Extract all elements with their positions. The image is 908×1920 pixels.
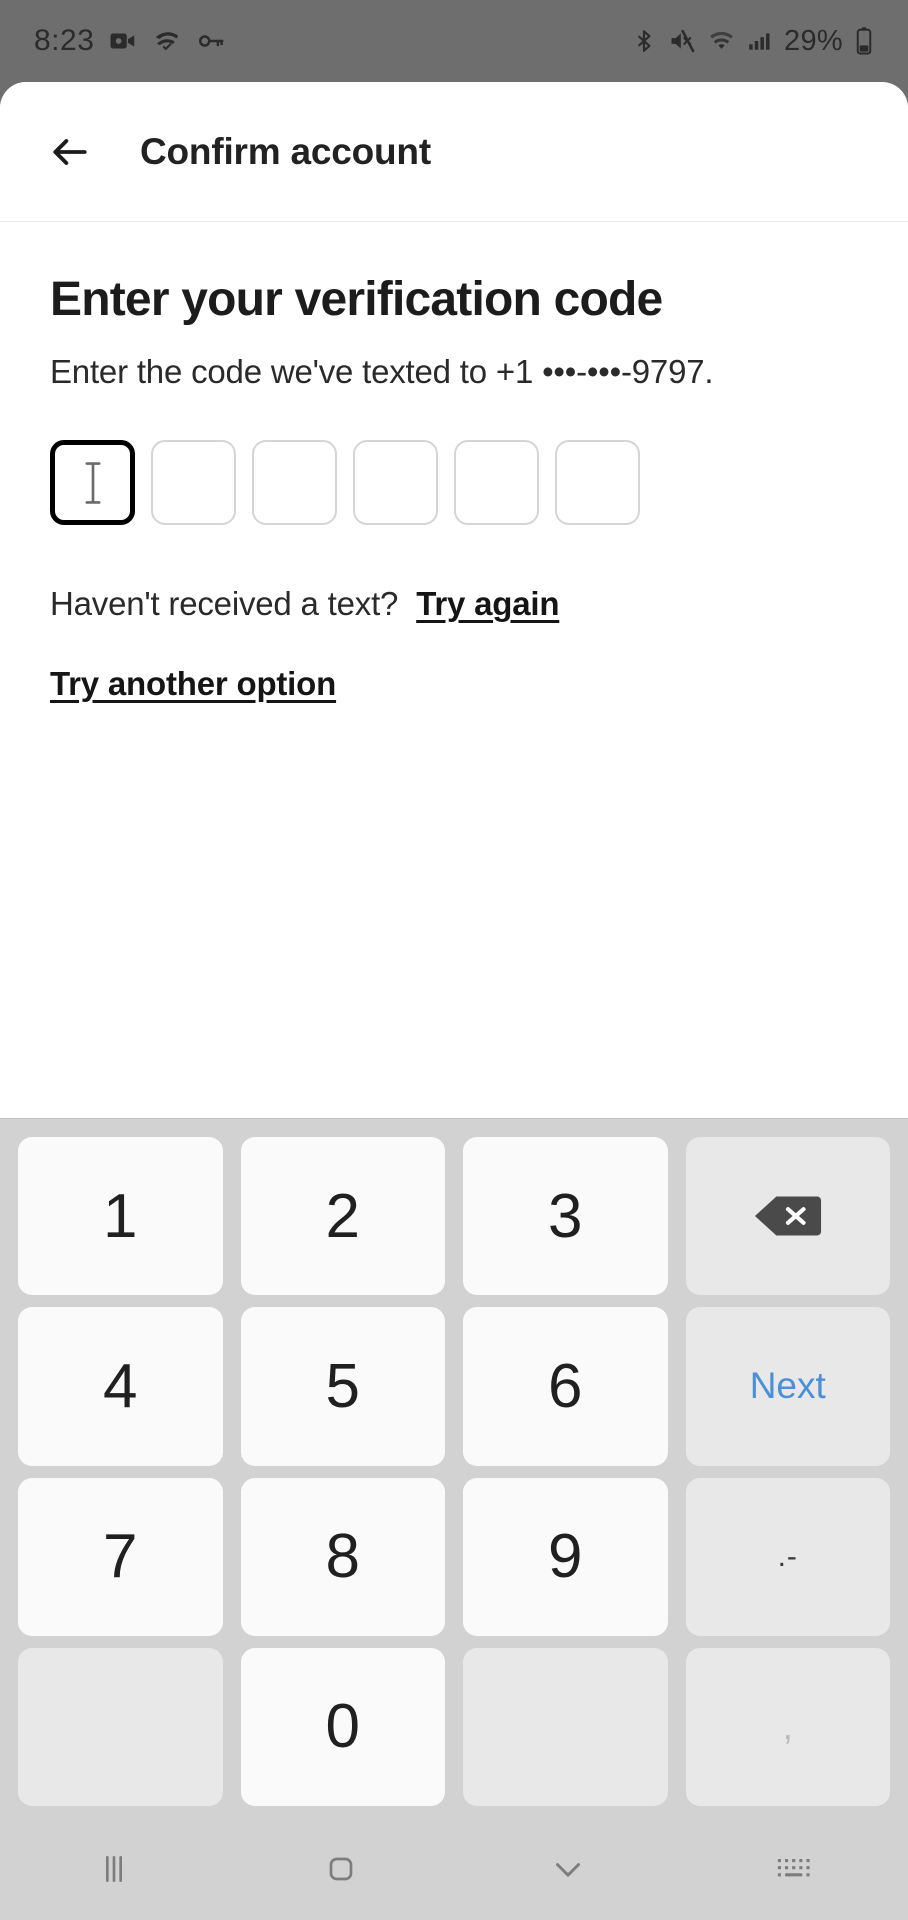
key-6[interactable]: 6 [463,1307,668,1466]
key-icon [196,26,226,56]
keypad-row-1: 1 2 3 [18,1137,890,1296]
next-key[interactable]: Next [685,1307,890,1466]
app-bar: Confirm account [0,82,908,222]
key-9[interactable]: 9 [463,1477,668,1636]
wifi-icon [707,27,736,55]
key-2[interactable]: 2 [240,1137,445,1296]
code-input-1[interactable] [50,440,135,526]
page-title: Confirm account [140,130,431,172]
cellular-signal-icon [747,27,773,55]
vpn-check-icon [152,26,182,56]
recents-icon[interactable] [0,1849,227,1889]
status-bar-right: 29% [631,25,874,58]
back-arrow-icon[interactable] [44,126,96,178]
status-bar-left: 8:23 [34,24,226,58]
verification-heading: Enter your verification code [50,273,663,326]
try-again-link[interactable]: Try again [416,585,559,623]
phone-screen: 8:23 29% Confirm account Enter your veri… [0,0,908,1920]
key-1[interactable]: 1 [18,1137,223,1296]
blank-key-right[interactable] [463,1647,668,1806]
hide-keyboard-icon[interactable] [454,1848,681,1890]
text-cursor-icon [84,461,101,504]
numeric-keypad: 1 2 3 4 5 6 Next 7 8 9 .- 0 , [0,1118,908,1818]
keypad-row-4: 0 , [18,1647,890,1806]
keypad-row-3: 7 8 9 .- [18,1477,890,1636]
android-nav-bar [0,1818,908,1920]
verification-subtitle: Enter the code we've texted to +1 •••-••… [50,353,714,391]
keypad-row-2: 4 5 6 Next [18,1307,890,1466]
key-0[interactable]: 0 [240,1647,445,1806]
mute-icon [668,27,696,55]
code-input-5[interactable] [454,440,539,526]
blank-key-left[interactable] [18,1647,223,1806]
backspace-key[interactable] [685,1137,890,1296]
backspace-icon [754,1196,821,1236]
key-5[interactable]: 5 [240,1307,445,1466]
status-bar: 8:23 29% [0,0,908,82]
code-input-3[interactable] [252,440,337,526]
video-camera-icon [108,26,138,56]
retry-row: Haven't received a text? Try again [50,585,858,623]
retry-prompt-label: Haven't received a text? [50,585,399,623]
punctuation-key[interactable]: .- [685,1477,890,1636]
key-7[interactable]: 7 [18,1477,223,1636]
bluetooth-icon [631,27,657,55]
code-input-6[interactable] [555,440,640,526]
key-3[interactable]: 3 [463,1137,668,1296]
comma-key[interactable]: , [685,1647,890,1806]
key-8[interactable]: 8 [240,1477,445,1636]
home-icon[interactable] [227,1849,454,1889]
try-another-option-link[interactable]: Try another option [50,665,336,703]
battery-percent-label: 29% [784,24,843,57]
code-input-2[interactable] [151,440,236,526]
status-time: 8:23 [34,24,95,57]
key-4[interactable]: 4 [18,1307,223,1466]
main-content: Enter your verification code Enter the c… [0,222,908,703]
verification-code-input-group [50,440,858,526]
battery-icon [854,26,874,56]
code-input-4[interactable] [353,440,438,526]
app-surface: Confirm account Enter your verification … [0,82,908,1920]
switch-keyboard-icon[interactable] [681,1853,908,1885]
